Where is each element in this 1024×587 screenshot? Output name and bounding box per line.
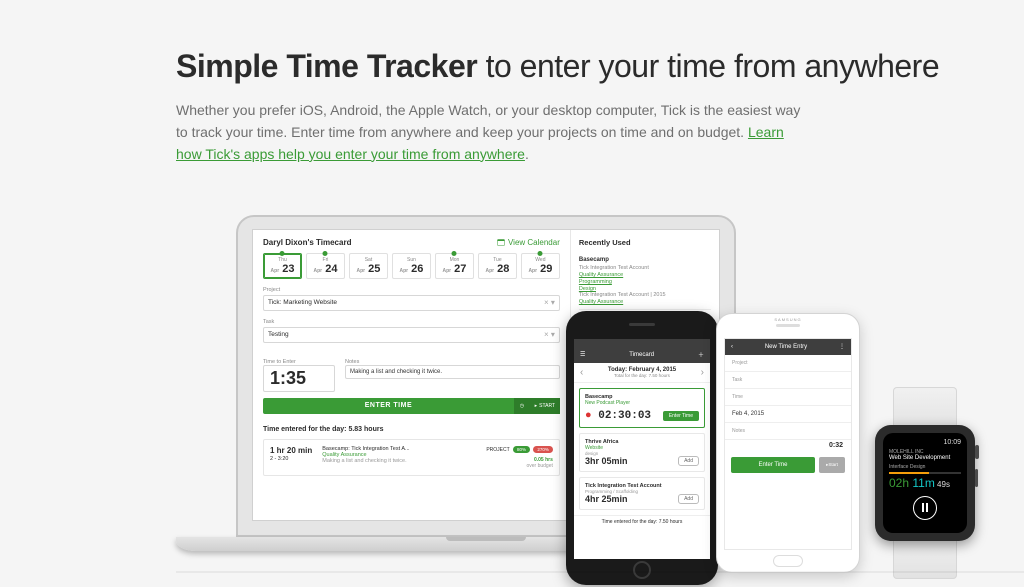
notes-field[interactable]: Notes (725, 423, 851, 440)
start-timer-button[interactable]: ▸ Start (819, 457, 845, 473)
clear-icon[interactable]: × ▾ (544, 299, 555, 307)
task-field[interactable]: Task (725, 372, 851, 389)
date-tile[interactable]: TueApr 28 (478, 253, 517, 279)
add-icon[interactable]: ＋ (698, 350, 704, 359)
chevron-left-icon[interactable]: ‹ (580, 367, 583, 378)
headline: Simple Time Tracker to enter your time f… (176, 48, 1024, 85)
date-tile[interactable]: ThuApr 23 (263, 253, 302, 279)
time-input[interactable]: 1:35 (263, 365, 335, 392)
pause-button[interactable] (913, 496, 937, 520)
clear-icon[interactable]: × ▾ (544, 331, 555, 339)
project-field[interactable]: Project (725, 355, 851, 372)
calendar-icon (497, 238, 505, 246)
home-button[interactable] (773, 555, 803, 567)
date-tile[interactable]: WedApr 29 (521, 253, 560, 279)
recent-task-link[interactable]: Quality Assurance (579, 299, 711, 305)
menu-icon[interactable]: ☰ (580, 351, 585, 358)
date-picker-row: ThuApr 23FriApr 24SatApr 25SunApr 26MonA… (263, 253, 560, 279)
iphone-device: ☰ Timecard ＋ ‹ Today: February 4, 2015 T… (566, 311, 718, 585)
back-icon[interactable]: ‹ (731, 344, 733, 350)
date-field[interactable]: Feb 4, 2015 (725, 406, 851, 423)
enter-time-button[interactable]: Enter Time (663, 411, 699, 421)
timer-icon[interactable]: ◷ (514, 398, 530, 414)
home-button[interactable] (633, 561, 651, 579)
add-button[interactable]: Add (678, 494, 699, 504)
time-field[interactable]: Time (725, 389, 851, 406)
enter-time-button[interactable]: ENTER TIME ◷ ▸ START (263, 398, 560, 414)
day-summary: Time entered for the day: 5.83 hours (263, 426, 560, 433)
view-calendar-link[interactable]: View Calendar (497, 238, 560, 247)
enter-time-button[interactable]: Enter Time (731, 457, 815, 473)
device-showcase: Daryl Dixon's Timecard View Calendar Thu… (176, 205, 1024, 565)
lead-paragraph: Whether you prefer iOS, Android, the App… (176, 99, 806, 165)
android-device: SAMSUNG ‹ New Time Entry ⋮ Project Task … (716, 313, 860, 573)
progress-bar (889, 472, 961, 474)
time-entry-row[interactable]: 1 hr 20 min 2 - 3:20 Basecamp: Tick Inte… (263, 439, 560, 476)
chevron-right-icon[interactable]: › (701, 367, 704, 378)
add-button[interactable]: Add (678, 456, 699, 466)
recent-task-link[interactable]: Programming (579, 279, 711, 285)
date-tile[interactable]: FriApr 24 (306, 253, 345, 279)
date-tile[interactable]: MonApr 27 (435, 253, 474, 279)
project-select[interactable]: Tick: Marketing Website× ▾ (263, 295, 560, 311)
more-icon[interactable]: ⋮ (839, 343, 845, 350)
start-timer-button[interactable]: ▸ START (530, 398, 560, 414)
recently-used-heading: Recently Used (579, 238, 711, 247)
iphone-navbar: ☰ Timecard ＋ (574, 347, 710, 363)
date-tile[interactable]: SunApr 26 (392, 253, 431, 279)
recent-task-link[interactable]: Quality Assurance (579, 272, 711, 278)
notes-input[interactable]: Making a list and checking it twice. (345, 365, 560, 379)
elapsed-time: 02h 11m 49s (889, 476, 961, 490)
date-tile[interactable]: SatApr 25 (349, 253, 388, 279)
timecard-title: Daryl Dixon's Timecard (263, 238, 351, 247)
task-select[interactable]: Testing× ▾ (263, 327, 560, 343)
watch-device: 10:09 MOLEHILL INC Web Site Development … (864, 387, 986, 579)
